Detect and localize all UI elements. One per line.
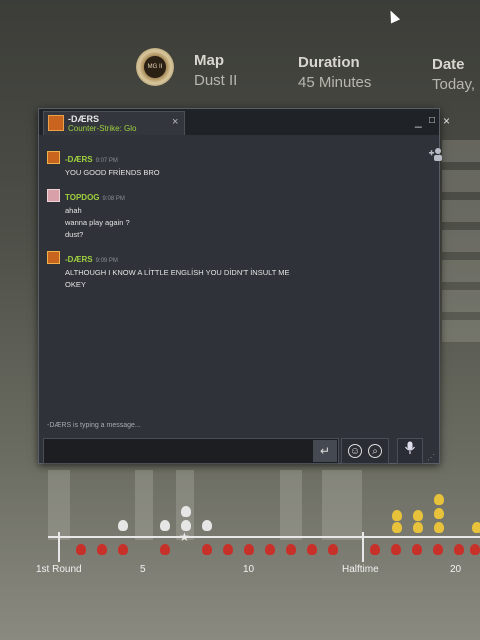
t-win-skull-icon <box>97 544 107 555</box>
friend-avatar <box>48 115 64 131</box>
t-win-skull-icon <box>454 544 464 555</box>
chat-tools: ☺ ⌕ <box>341 438 389 464</box>
chat-tab[interactable]: -DÆRS Counter-Strike: Glo × <box>43 111 185 135</box>
message-author: -DÆRS <box>65 155 93 164</box>
ct-win-skull-icon <box>160 520 170 531</box>
rank-medal-icon: MG II <box>136 48 174 86</box>
round-column <box>322 470 362 540</box>
tab-friend-name: -DÆRS <box>68 114 99 124</box>
message-input[interactable] <box>43 438 339 464</box>
t-win-skull-icon <box>370 544 380 555</box>
close-button[interactable]: × <box>443 115 450 127</box>
rank-badge-text: MG II <box>147 64 163 70</box>
scoreboard-row <box>442 170 480 192</box>
gold-skull-icon <box>434 508 444 519</box>
t-win-skull-icon <box>412 544 422 555</box>
scoreboard-row <box>442 290 480 312</box>
message-author: TOPDOG <box>65 193 100 202</box>
tick-label-halftime: Halftime <box>342 564 379 575</box>
round-column <box>48 470 70 540</box>
scoreboard-row <box>442 320 480 342</box>
date-value: Today, 1 <box>432 76 480 93</box>
message-group: TOPDOG 9:08 PM ahah wanna play again ? du… <box>47 187 427 241</box>
gold-skull-icon <box>413 522 423 533</box>
message-group: -DÆRS 9:07 PM YOU GOOD FRİENDS BRO <box>47 149 427 179</box>
scoreboard-rows <box>442 140 480 500</box>
t-win-skull-icon <box>160 544 170 555</box>
message-line: YOU GOOD FRİENDS BRO <box>65 168 160 177</box>
attach-icon[interactable]: ⌕ <box>368 444 382 458</box>
message-line: OKEY <box>65 280 86 289</box>
message-line: wanna play again ? <box>65 218 130 227</box>
t-win-skull-icon <box>307 544 317 555</box>
message-line: ahah <box>65 206 82 215</box>
mvp-star-icon: ★ <box>179 530 190 544</box>
tick-label-20: 20 <box>450 564 462 575</box>
t-win-skull-icon <box>118 544 128 555</box>
chat-titlebar[interactable]: -DÆRS Counter-Strike: Glo × _ □ × <box>39 109 450 135</box>
scoreboard-row <box>442 230 480 252</box>
resize-grip-icon[interactable]: ⋰ <box>427 453 437 463</box>
duration-value: 45 Minutes <box>298 74 372 91</box>
message-line: dust? <box>65 230 84 239</box>
scoreboard-row <box>442 260 480 282</box>
duration-label: Duration <box>298 54 360 71</box>
t-win-skull-icon <box>244 544 254 555</box>
message-author: -DÆRS <box>65 255 93 264</box>
add-friend-icon[interactable] <box>429 147 445 161</box>
gold-skull-icon <box>392 522 402 533</box>
tick-label-10: 10 <box>243 564 255 575</box>
gold-skull-icon <box>434 522 444 533</box>
sender-avatar <box>47 189 60 202</box>
t-win-skull-icon <box>433 544 443 555</box>
gold-skull-icon <box>392 510 402 521</box>
tick-label-5: 5 <box>140 564 146 575</box>
chat-window: -DÆRS Counter-Strike: Glo × _ □ × -DÆRS 9… <box>38 108 450 464</box>
message-line: ALTHOUGH I KNOW A LİTTLE ENGLİSH YOU DİD… <box>65 268 290 277</box>
scoreboard-row <box>442 140 480 162</box>
typing-indicator: -DÆRS is typing a message... <box>47 422 141 429</box>
minimize-button[interactable]: _ <box>415 115 422 127</box>
tick-label-1st-round: 1st Round <box>36 564 82 575</box>
t-win-skull-icon <box>391 544 401 555</box>
sender-avatar <box>47 251 60 264</box>
gold-skull-icon <box>413 510 423 521</box>
timeline-track <box>48 536 480 538</box>
t-win-skull-icon <box>286 544 296 555</box>
round-column <box>280 470 302 540</box>
sender-avatar <box>47 151 60 164</box>
t-win-skull-icon <box>470 544 480 555</box>
scoreboard-row <box>442 200 480 222</box>
gold-skull-icon <box>434 494 444 505</box>
round-column <box>135 470 153 540</box>
round-timeline: ★ 1st Round 5 10 Halftime 20 <box>0 470 480 640</box>
date-label: Date <box>432 56 465 73</box>
t-win-skull-icon <box>202 544 212 555</box>
message-time: 9:07 PM <box>95 158 118 164</box>
ct-win-skull-icon <box>202 520 212 531</box>
t-win-skull-icon <box>76 544 86 555</box>
t-win-skull-icon <box>223 544 233 555</box>
message-time: 9:09 PM <box>95 258 118 264</box>
t-win-skull-icon <box>265 544 275 555</box>
ct-win-skull-icon <box>181 506 191 517</box>
map-label: Map <box>194 52 224 69</box>
emoji-icon[interactable]: ☺ <box>348 444 362 458</box>
t-win-skull-icon <box>328 544 338 555</box>
tab-game-status: Counter-Strike: Glo <box>68 124 137 133</box>
voice-chat-icon[interactable] <box>397 438 423 464</box>
message-list: -DÆRS 9:07 PM YOU GOOD FRİENDS BRO TOPDOG… <box>47 149 427 299</box>
message-group: -DÆRS 9:09 PM ALTHOUGH I KNOW A LİTTLE EN… <box>47 249 427 291</box>
gold-skull-icon <box>472 522 480 533</box>
message-time: 9:08 PM <box>102 196 125 202</box>
match-header: MG II Map Dust II Duration 45 Minutes Da… <box>0 0 480 110</box>
ct-win-skull-icon <box>118 520 128 531</box>
map-value: Dust II <box>194 72 238 89</box>
tab-close-icon[interactable]: × <box>172 116 178 128</box>
maximize-button[interactable]: □ <box>429 115 435 127</box>
send-icon[interactable]: ↵ <box>313 440 337 462</box>
